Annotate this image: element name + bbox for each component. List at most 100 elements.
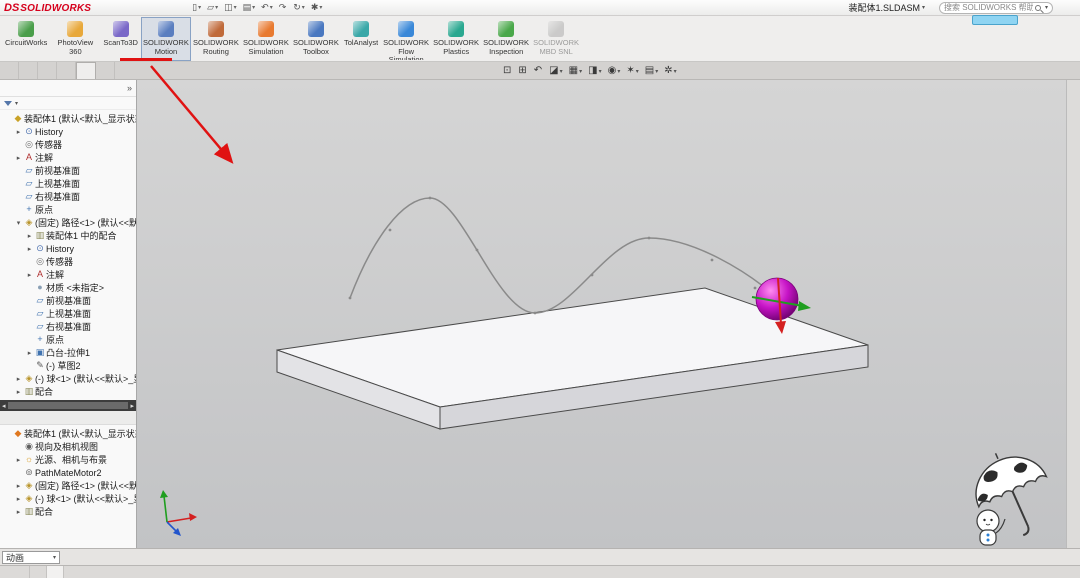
menu-item[interactable] [123,7,135,9]
expand-arrow-icon[interactable]: ▸ [14,388,23,396]
new-file-button[interactable]: ▯▾ [189,3,204,12]
tab-motion-study-1[interactable] [47,566,64,578]
tree-item[interactable]: + 原点 [0,203,136,216]
addin-solidworks-motion[interactable]: SOLIDWORKS Motion [141,17,191,61]
tree-item[interactable]: ◎ 传感器 [0,138,136,151]
tree-item[interactable]: ▸ ◈ (-) 球<1> (默认<<默认>_显示状 [0,492,136,505]
graphics-viewport[interactable] [137,80,1066,548]
expand-arrow-icon[interactable]: ▸ [25,245,34,253]
tree-item[interactable]: ▸ ▥ 配合 [0,385,136,398]
tree-item[interactable]: ▸ ◈ (-) 球<1> (默认<<默认>_显示状 [0,372,136,385]
tree-item[interactable]: ◆ 装配体1 (默认<默认_显示状态-1>) [0,112,136,125]
addin-solidworks-simulation[interactable]: SOLIDWORKS Simulation [241,17,291,61]
tree-item[interactable]: ▸ ▥ 配合 [0,505,136,518]
tree-item[interactable]: ▸ ▣ 凸台-拉伸1 [0,346,136,359]
rebuild-button[interactable]: ↻▾ [290,3,308,12]
addin-circuitworks[interactable]: CircuitWorks [2,17,50,61]
help-search-input[interactable]: 搜索 SOLIDWORKS 帮助 ▾ [939,2,1053,14]
expand-arrow-icon[interactable]: ▸ [14,154,23,162]
tab-solidworks-mbd[interactable] [96,62,115,79]
save-button[interactable]: ◫▾ [221,3,240,12]
tree-item[interactable]: + 原点 [0,333,136,346]
tree-item[interactable]: ▸ ☼ 光源、相机与布景 [0,453,136,466]
expand-arrow-icon[interactable]: ▸ [25,271,34,279]
expand-arrow-icon[interactable]: ▸ [14,495,23,503]
tree-item[interactable]: ▸ ◈ (固定) 路径<1> (默认<<默认> [0,479,136,492]
tree-item[interactable]: ▸ ▥ 装配体1 中的配合 [0,229,136,242]
undo-button[interactable]: ↶▾ [258,3,276,12]
document-title[interactable]: 装配体1.SLDASM ▾ [848,1,925,14]
menu-item[interactable] [99,7,111,9]
filter-funnel-icon[interactable] [4,101,12,106]
edit-appearance-icon[interactable]: ✶▾ [626,66,638,76]
search-icon[interactable] [1035,5,1041,11]
hide-show-items-icon[interactable]: ◉▾ [608,66,621,76]
tree-item[interactable]: ▸ ⊙ History [0,125,136,138]
tree-item[interactable]: ▱ 右视基准面 [0,320,136,333]
tree-item[interactable]: ◉ 视向及相机视图 [0,440,136,453]
tree-item[interactable]: ▾ ◈ (固定) 路径<1> (默认<<默认>_显 [0,216,136,229]
tree-item[interactable]: ◆ 装配体1 (默认<默认_显示状态-1>) [0,427,136,440]
filter-caret-icon[interactable]: ▾ [15,100,18,107]
tree-horizontal-scrollbar[interactable]: ◂ ▸ [0,400,136,411]
redo-button[interactable]: ↷ [276,3,291,12]
tree-item[interactable]: ▱ 上视基准面 [0,307,136,320]
display-style-icon[interactable]: ◨▾ [588,66,601,76]
apply-scene-icon[interactable]: ▤▾ [645,66,658,76]
expand-arrow-icon[interactable]: ▸ [14,128,23,136]
open-file-button[interactable]: ▱▾ [204,3,221,12]
tab-3d-views[interactable] [30,566,47,578]
scrollbar-thumb[interactable] [8,402,129,409]
tree-item[interactable]: ▱ 上视基准面 [0,177,136,190]
tree-item[interactable]: ● 材质 <未指定> [0,281,136,294]
addin-solidworks-routing[interactable]: SOLIDWORKS Routing [191,17,241,61]
addin-scanto3d[interactable]: ScanTo3D [100,17,141,61]
tree-item[interactable]: ◎ 传感器 [0,255,136,268]
tree-item[interactable]: ▸ A 注解 [0,268,136,281]
tree-item[interactable]: ✎ (-) 草图2 [0,359,136,372]
options-button[interactable]: ✱▾ [308,3,326,12]
scroll-right-icon[interactable]: ▸ [130,402,134,410]
expand-arrow-icon[interactable]: ▾ [14,219,23,227]
zoom-fit-icon[interactable]: ⊡ [503,66,512,76]
tree-item[interactable]: ⊚ PathMateMotor2 [0,466,136,479]
expand-arrow-icon[interactable]: ▸ [25,232,34,240]
addin-mbd-snl[interactable]: SOLIDWORKS MBD SNL [531,17,581,61]
scroll-left-icon[interactable]: ◂ [2,402,6,410]
menu-item[interactable] [147,7,159,9]
expand-arrow-icon[interactable]: ▸ [25,349,34,357]
tab-model[interactable] [13,566,30,578]
tab-sketch[interactable] [38,62,57,79]
menu-item[interactable] [111,7,123,9]
search-dropdown-icon[interactable]: ▾ [1045,4,1048,11]
addin-solidworks-toolbox[interactable]: SOLIDWORKS Toolbox [291,17,341,61]
addin-tolanalyst[interactable]: TolAnalyst [341,17,381,61]
menu-item[interactable] [135,7,147,9]
view-settings-icon[interactable]: ✲▾ [664,66,676,76]
tab-evaluate[interactable] [57,62,76,79]
expand-arrow-icon[interactable]: ▸ [14,508,23,516]
tree-item[interactable]: ▱ 右视基准面 [0,190,136,203]
menu-item[interactable] [159,7,171,9]
addin-inspection[interactable]: SOLIDWORKS Inspection [481,17,531,61]
tab-layout[interactable] [19,62,38,79]
expand-arrow-icon[interactable]: ▸ [14,375,23,383]
menu-item[interactable] [171,7,183,9]
print-button[interactable]: ▤▾ [240,3,259,12]
tab-solidworks-addins[interactable] [76,62,96,79]
tree-item[interactable]: ▱ 前视基准面 [0,294,136,307]
addin-photoview-360[interactable]: PhotoView 360 [50,17,100,61]
tree-item[interactable]: ▸ ⊙ History [0,242,136,255]
zoom-area-icon[interactable]: ⊞ [518,66,527,76]
tree-item[interactable]: ▱ 前视基准面 [0,164,136,177]
study-type-select[interactable]: 动画 ▾ [2,551,60,564]
addin-flow-simulation[interactable]: SOLIDWORKS Flow Simulation [381,17,431,61]
view-orientation-icon[interactable]: ▦▾ [569,66,582,76]
panel-expand-icon[interactable]: » [127,83,132,93]
expand-arrow-icon[interactable]: ▸ [14,482,23,490]
tree-item[interactable]: ▸ A 注解 [0,151,136,164]
expand-arrow-icon[interactable]: ▸ [14,456,23,464]
section-view-icon[interactable]: ◪▾ [549,66,562,76]
addin-plastics[interactable]: SOLIDWORKS Plastics [431,17,481,61]
tab-assembly[interactable] [0,62,19,79]
